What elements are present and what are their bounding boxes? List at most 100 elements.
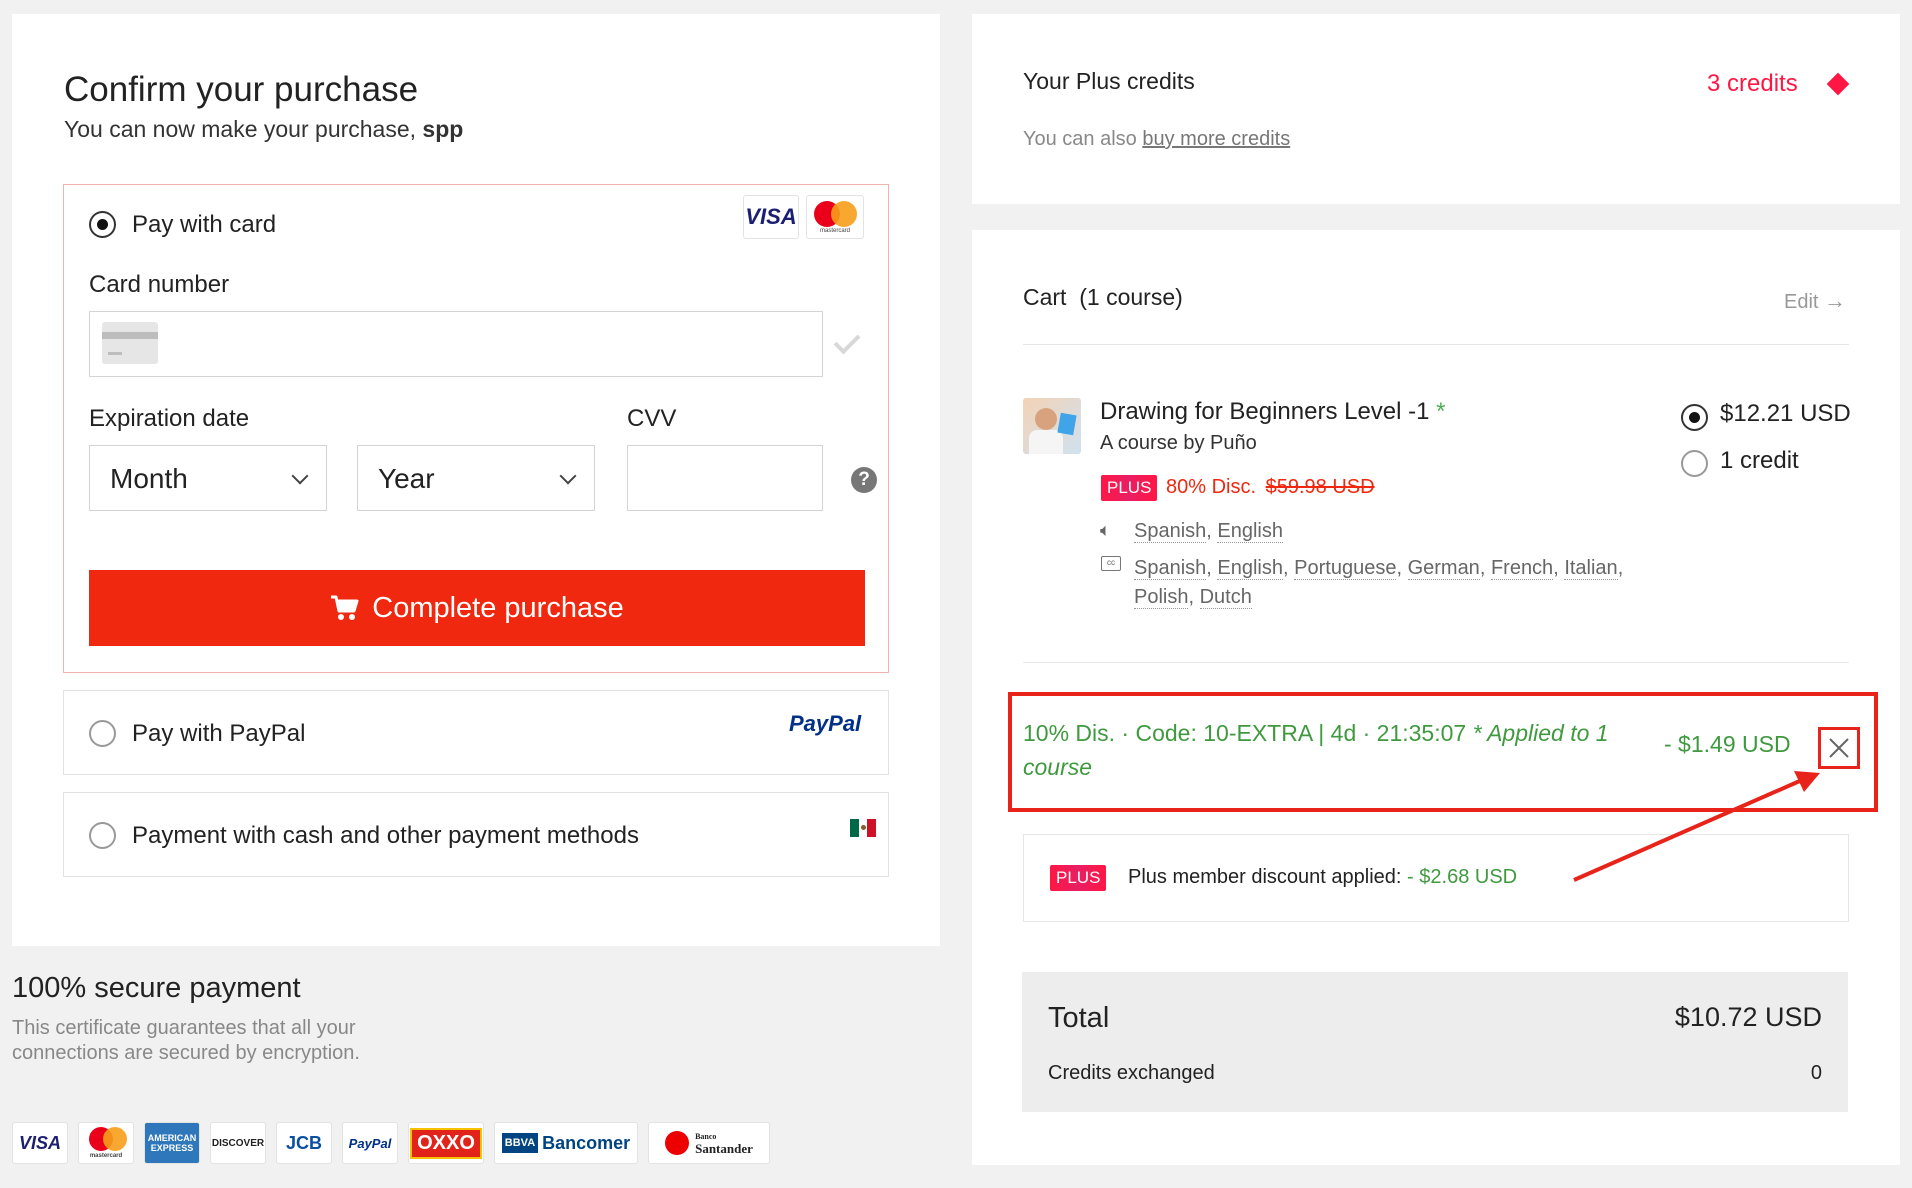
santander-flame-icon (665, 1131, 690, 1155)
payment-panel: Confirm your purchase You can now make y… (12, 14, 940, 946)
pay-with-paypal-section[interactable]: Pay with PayPal PayPal (63, 690, 889, 775)
cart-panel: Cart (1 course) Edit → Drawing for Begin… (972, 230, 1900, 1165)
oxxo-text: OXXO (410, 1127, 482, 1159)
chevron-down-icon (559, 467, 577, 485)
remove-coupon-button[interactable] (1818, 727, 1860, 769)
edit-label: Edit (1784, 291, 1819, 313)
buy-more-credits-link[interactable]: buy more credits (1142, 128, 1290, 150)
subtitle-language: French (1490, 557, 1554, 580)
cart-icon (331, 595, 359, 620)
card-number-label: Card number (89, 271, 230, 298)
course-asterisk: * (1436, 398, 1446, 425)
secure-payment-title: 100% secure payment (12, 972, 301, 1004)
pay-with-cash-label[interactable]: Payment with cash and other payment meth… (132, 822, 639, 850)
pay-with-card-radio[interactable] (89, 211, 116, 238)
chevron-down-icon (291, 467, 309, 485)
secure-text-line2: connections are secured by encryption. (12, 1042, 360, 1064)
subtitle-language: Italian (1564, 557, 1618, 580)
mastercard-icon: mastercard (78, 1122, 134, 1164)
help-icon[interactable]: ? (851, 467, 877, 493)
plus-discount-label: Plus member discount applied: (1128, 866, 1402, 888)
pay-with-card-label[interactable]: Pay with card (132, 211, 276, 239)
santander-icon: Banco Santander (648, 1122, 770, 1164)
plus-badge: PLUS (1101, 475, 1158, 501)
subtitle-language: Dutch (1199, 586, 1252, 609)
arrow-right-icon: → (1824, 288, 1847, 313)
complete-purchase-button[interactable]: Complete purchase (89, 570, 865, 646)
plus-discount-text: Plus member discount applied: - $2.68 US… (1128, 866, 1517, 889)
buy-credits-prefix: You can also (1023, 128, 1143, 150)
subtitle-language: Portuguese (1294, 557, 1397, 580)
cvv-input[interactable] (627, 445, 823, 511)
oxxo-icon: OXXO (408, 1122, 484, 1164)
secure-payment-text: This certificate guarantees that all you… (12, 1016, 360, 1066)
year-select[interactable]: Year (357, 445, 595, 511)
credits-exchanged-value: 0 (1810, 1062, 1822, 1084)
course-discount: 80% Disc. $59.98 USD (1166, 476, 1375, 499)
page-subtitle: You can now make your purchase, spp (64, 116, 463, 143)
credit-option-radio[interactable] (1681, 450, 1708, 477)
cvv-label: CVV (627, 405, 677, 432)
total-value: $10.72 USD (1674, 1002, 1822, 1032)
pay-with-paypal-label[interactable]: Pay with PayPal (132, 720, 305, 748)
credit-card-icon (102, 322, 158, 364)
card-number-input[interactable] (89, 311, 823, 377)
american-express-icon: AMERICAN EXPRESS (144, 1122, 200, 1164)
coupon-code-text: 10% Dis. · Code: 10-EXTRA | 4d · 21:35:0… (1023, 720, 1467, 746)
subtitle-text: You can now make your purchase, (64, 116, 423, 142)
check-icon (833, 327, 861, 355)
plus-discount-amount: - $2.68 USD (1407, 866, 1518, 888)
price-option-radio[interactable] (1681, 404, 1708, 431)
subtitle-language: English (1217, 557, 1284, 580)
mastercard-text: mastercard (819, 228, 850, 234)
audio-language: English (1217, 520, 1284, 543)
price-option-label[interactable]: $12.21 USD (1720, 400, 1851, 428)
original-price: $59.98 USD (1265, 476, 1375, 498)
audio-languages: Spanish, English (1134, 520, 1284, 543)
jcb-icon: JCB (276, 1122, 332, 1164)
cart-title: Cart (1 course) (1023, 284, 1183, 310)
credit-option-label[interactable]: 1 credit (1720, 447, 1799, 475)
month-select-value: Month (110, 463, 188, 494)
credits-exchanged-label: Credits exchanged (1048, 1062, 1215, 1084)
course-thumbnail[interactable] (1023, 398, 1081, 454)
subtitles-icon: cc (1101, 556, 1121, 571)
course-title[interactable]: Drawing for Beginners Level -1 * (1100, 398, 1446, 426)
pay-with-cash-radio[interactable] (89, 822, 116, 849)
paypal-icon: PayPal (342, 1122, 398, 1164)
complete-purchase-label: Complete purchase (372, 591, 624, 624)
bancomer-icon: BBVA Bancomer (494, 1122, 638, 1164)
paypal-icon: PayPal (789, 711, 862, 736)
close-icon (1829, 738, 1849, 758)
secure-text-line1: This certificate guarantees that all you… (12, 1017, 356, 1039)
subtitle-language: Spanish (1134, 557, 1207, 580)
expiration-date-label: Expiration date (89, 405, 250, 432)
coupon-description: 10% Dis. · Code: 10-EXTRA | 4d · 21:35:0… (1023, 716, 1653, 784)
total-label: Total (1048, 1002, 1110, 1034)
total-box: Total $10.72 USD Credits exchanged 0 (1022, 972, 1848, 1112)
coupon-applied-text: * Applied to (1472, 720, 1590, 746)
divider (1023, 662, 1849, 663)
visa-icon: VISA (12, 1122, 68, 1164)
plus-credits-title: Your Plus credits (1023, 68, 1195, 94)
year-select-value: Year (378, 463, 435, 494)
pay-with-paypal-radio[interactable] (89, 720, 116, 747)
plus-discount-box: PLUS Plus member discount applied: - $2.… (1023, 834, 1849, 922)
month-select[interactable]: Month (89, 445, 327, 511)
mastercard-icon: mastercard (806, 195, 864, 239)
course-author: A course by Puño (1100, 432, 1257, 454)
username: spp (422, 116, 464, 142)
pay-with-cash-section[interactable]: Payment with cash and other payment meth… (63, 792, 889, 877)
subtitle-language: German (1407, 557, 1480, 580)
santander-text: Santander (695, 1141, 753, 1156)
credits-count: 3 credits (1707, 70, 1798, 97)
audio-language: Spanish (1134, 520, 1207, 543)
buy-credits-text: You can also buy more credits (1023, 128, 1290, 151)
course-name: Drawing for Beginners Level -1 (1100, 398, 1430, 425)
subtitle-languages: Spanish, English, Portuguese, German, Fr… (1134, 557, 1624, 609)
plus-credits-panel: Your Plus credits 3 credits You can also… (972, 14, 1900, 204)
edit-cart-link[interactable]: Edit → (1784, 288, 1846, 314)
mastercard-text: mastercard (89, 1153, 123, 1159)
discount-percent: 80% Disc. (1166, 476, 1257, 498)
speaker-icon: 🔈︎ (1100, 520, 1111, 540)
